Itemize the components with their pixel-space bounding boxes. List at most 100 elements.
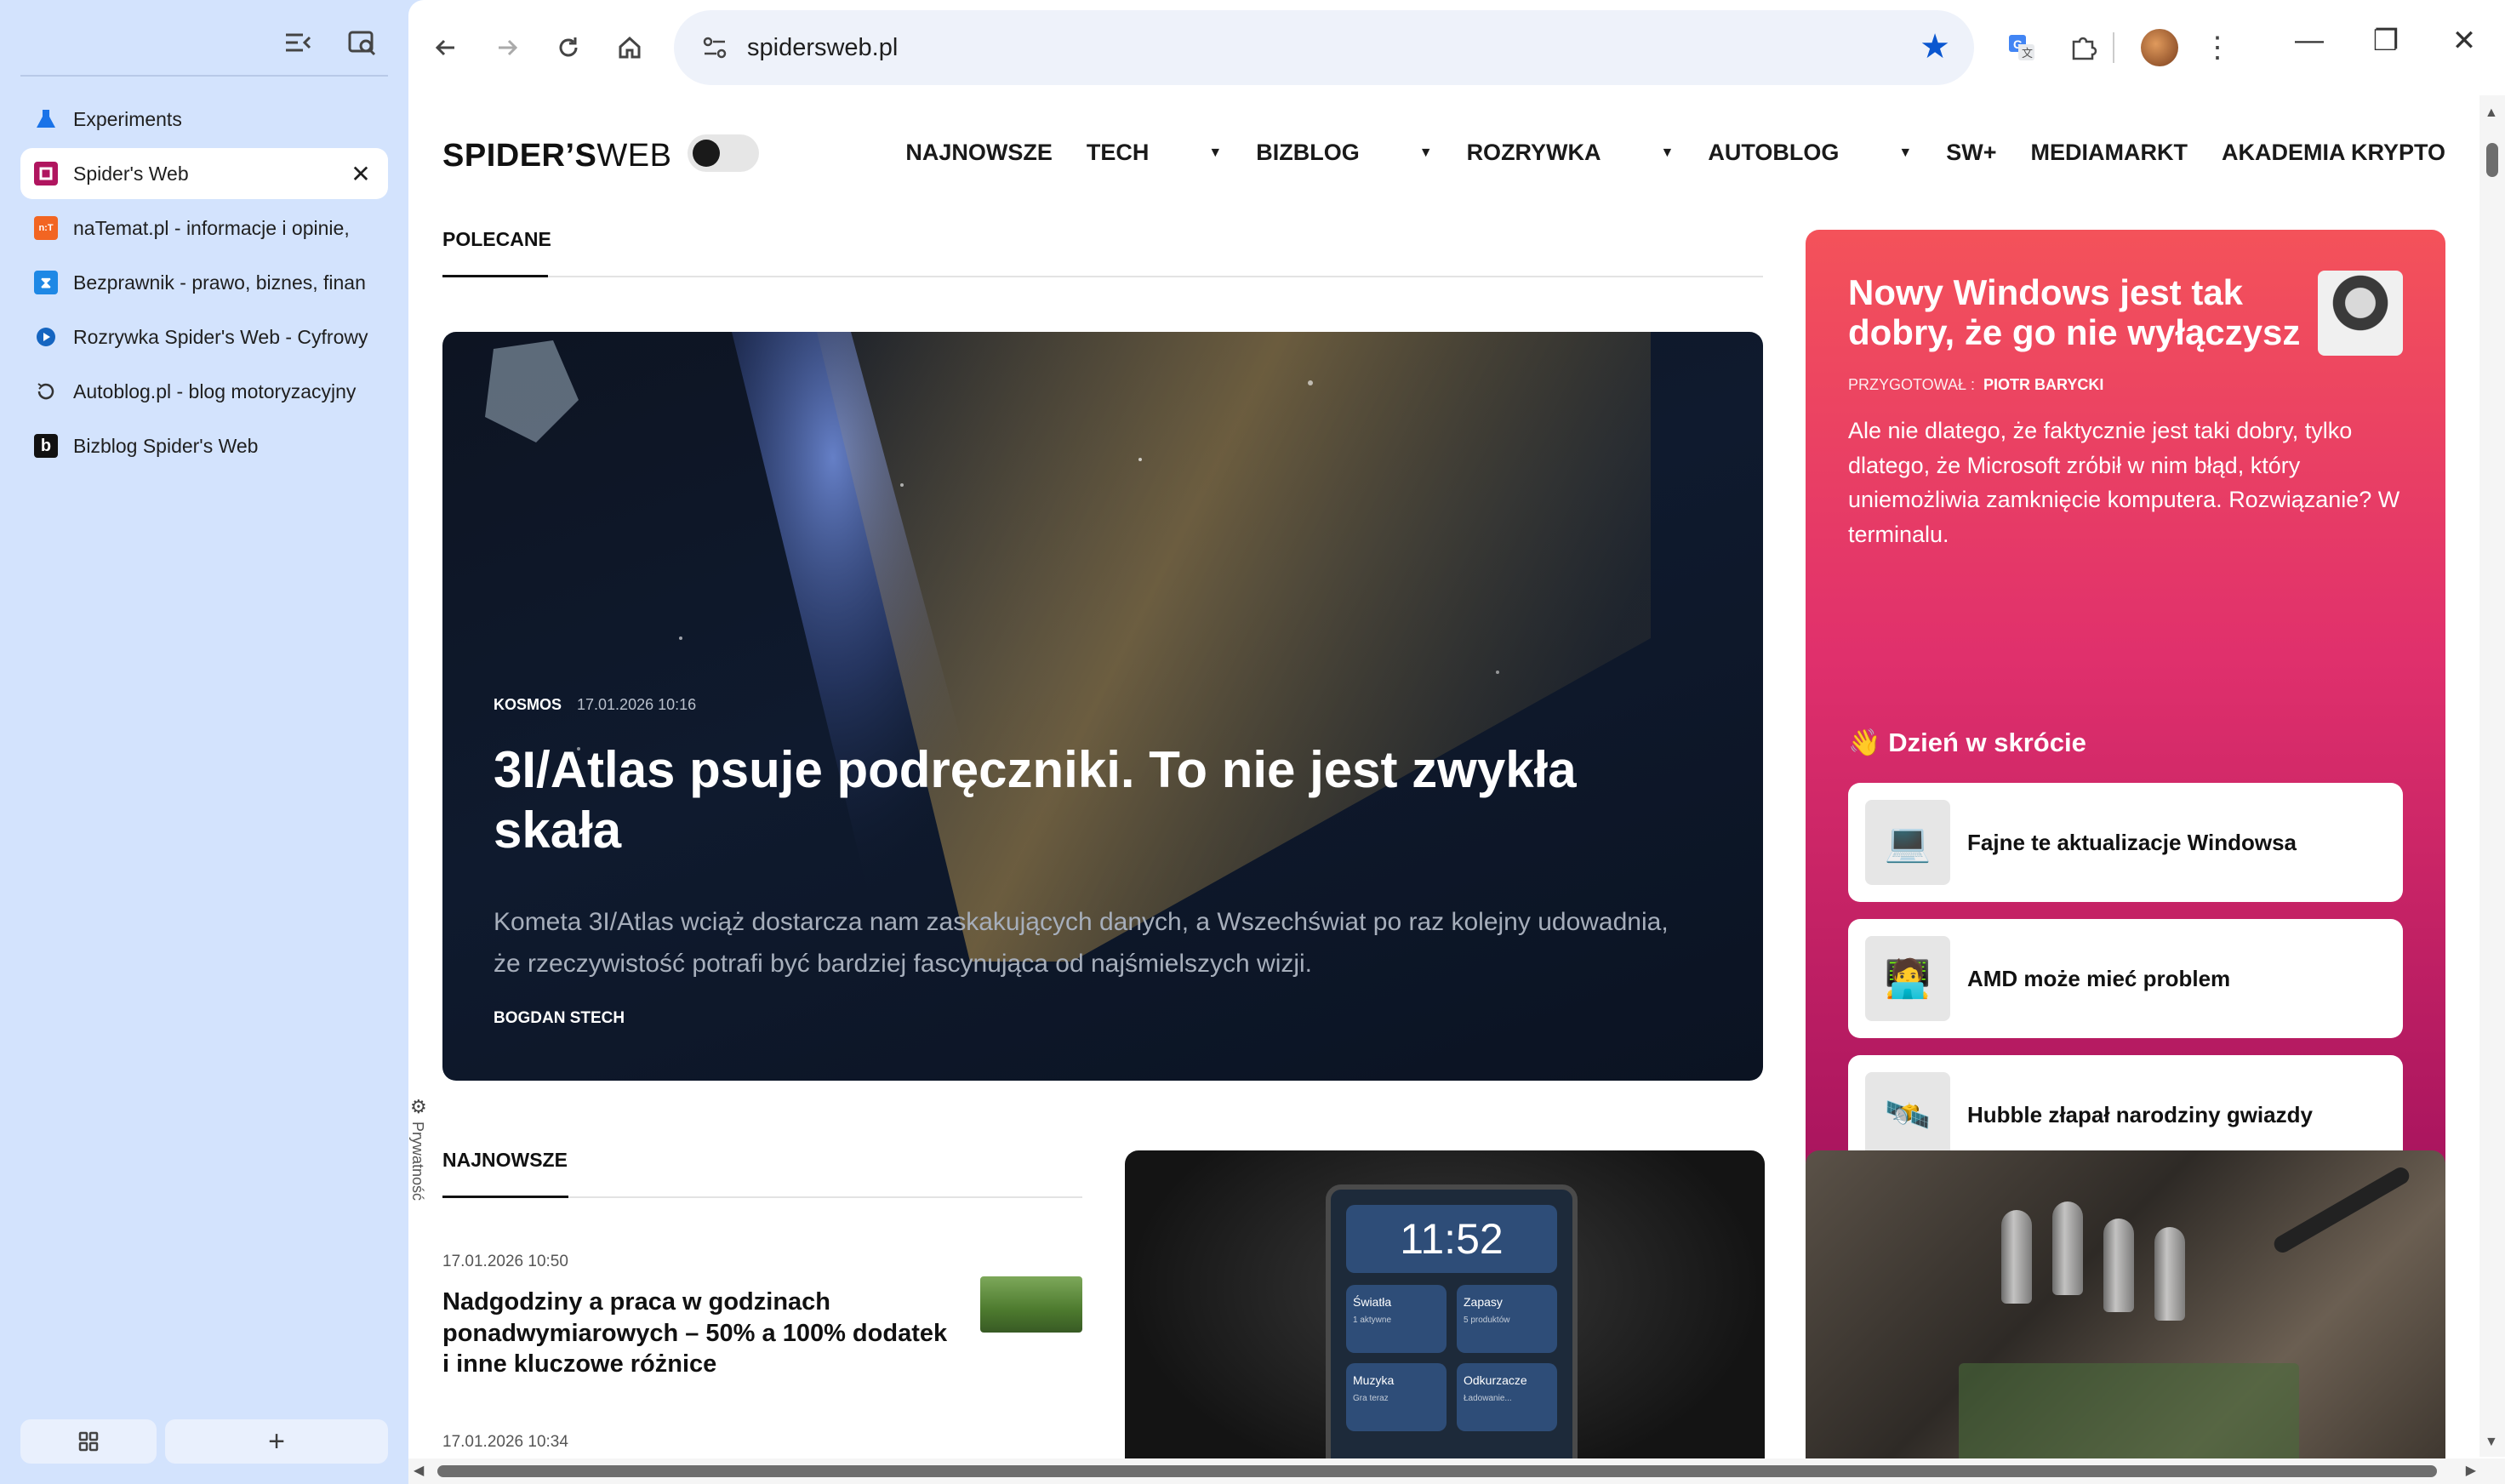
- comet-illustration: [485, 332, 1651, 962]
- promo-byline: PRZYGOTOWAŁ : PIOTR BARYCKI: [1848, 376, 2104, 393]
- restore-icon[interactable]: ❐: [2362, 24, 2410, 58]
- collapse-sidebar-icon[interactable]: [282, 27, 313, 58]
- web-page: SPIDER’SWEB NAJNOWSZE TECH ▼ BIZBLOG ▼ ROZRYW…: [408, 95, 2505, 1484]
- rozrywka-icon: [34, 325, 58, 349]
- tab-autoblog[interactable]: Autoblog.pl - blog motoryzacyjny: [20, 366, 388, 417]
- hero-article[interactable]: KOSMOS 17.01.2026 10:16 3I/Atlas psuje po…: [442, 332, 1763, 1081]
- horizontal-scrollbar[interactable]: ◀ ▶: [408, 1458, 2505, 1484]
- section-rule: [442, 1196, 1082, 1198]
- tab-title: naTemat.pl - informacje i opinie,: [73, 216, 350, 239]
- forward-button[interactable]: [487, 27, 528, 68]
- hero-author[interactable]: BOGDAN STECH: [494, 1009, 625, 1028]
- tab-search-icon[interactable]: [347, 27, 378, 58]
- site-nav-item[interactable]: AKADEMIA KRYPTO: [2222, 140, 2445, 166]
- caret-down-icon[interactable]: ▼: [1661, 146, 1675, 161]
- close-tab-icon[interactable]: ✕: [349, 160, 373, 188]
- bookmark-star-icon[interactable]: ★: [1920, 27, 1950, 66]
- article-title[interactable]: Nadgodziny a praca w godzinach ponadwymi…: [442, 1287, 953, 1380]
- more-menu-icon[interactable]: ⋮: [2195, 26, 2240, 70]
- section-rule: [442, 275, 1763, 277]
- extensions-button[interactable]: [2061, 26, 2105, 70]
- translate-icon: G文: [2009, 35, 2034, 60]
- tab-title: Bezprawnik - prawo, biznes, finan: [73, 271, 366, 294]
- hero-meta: KOSMOS 17.01.2026 10:16: [494, 696, 696, 714]
- satellite-icon: 🛰️: [1865, 1072, 1950, 1157]
- sidebar-divider: [20, 75, 388, 77]
- site-nav-item[interactable]: SW+: [1946, 140, 1996, 166]
- site-nav-item[interactable]: TECH: [1087, 140, 1150, 166]
- technologist-icon: 🧑‍💻: [1865, 936, 1950, 1021]
- back-button[interactable]: [425, 27, 466, 68]
- tab-experiments[interactable]: Experiments: [20, 94, 388, 145]
- reload-icon: [559, 37, 578, 57]
- tab-rozrywka[interactable]: Rozrywka Spider's Web - Cyfrowy: [20, 311, 388, 362]
- close-window-icon[interactable]: ✕: [2440, 24, 2488, 58]
- bezprawnik-icon: ⧗: [34, 271, 58, 294]
- article-date: 17.01.2026 10:34: [442, 1433, 568, 1451]
- article-thumbnail: [980, 1276, 1082, 1333]
- profile-avatar[interactable]: [2141, 29, 2178, 66]
- site-nav-item[interactable]: NAJNOWSZE: [905, 140, 1053, 166]
- tab-title: Rozrywka Spider's Web - Cyfrowy: [73, 325, 368, 348]
- tab-title: Experiments: [73, 107, 182, 130]
- site-logo[interactable]: SPIDER’SWEB: [442, 138, 671, 174]
- forward-arrow-icon: [499, 39, 518, 56]
- vertical-scrollbar[interactable]: ▲ ▼: [2479, 95, 2505, 1457]
- bizblog-icon: b: [34, 434, 58, 458]
- tab-groups-button[interactable]: [20, 1419, 157, 1464]
- translate-button[interactable]: G文: [2000, 26, 2044, 70]
- natemat-icon: n:T: [34, 216, 58, 240]
- vertical-tabs-sidebar: Experiments Spider's Web ✕ n:T naTemat.p…: [0, 0, 408, 1484]
- latest-article[interactable]: 17.01.2026 10:34: [442, 1433, 1082, 1484]
- section-polecane-label[interactable]: POLECANE: [442, 228, 551, 251]
- article-card-smart-home[interactable]: 11:52 Światła 1 aktywne Zapasy 5 produktów…: [1125, 1150, 1765, 1484]
- grid-icon: [78, 1431, 99, 1452]
- hero-title[interactable]: 3I/Atlas psuje podręczniki. To nie jest …: [494, 740, 1685, 861]
- site-nav-item[interactable]: MEDIAMARKT: [2031, 140, 2188, 166]
- tab-title: Spider's Web: [73, 162, 189, 185]
- back-arrow-icon: [435, 39, 454, 56]
- site-navigation: NAJNOWSZE TECH ▼ BIZBLOG ▼ ROZRYWKA ▼ AUTOBLOG ▼…: [905, 140, 2445, 166]
- site-nav-item[interactable]: AUTOBLOG: [1708, 140, 1839, 166]
- address-bar[interactable]: spidersweb.pl ★: [674, 10, 1974, 85]
- plus-icon: +: [268, 1424, 285, 1458]
- site-info-icon[interactable]: [698, 31, 732, 65]
- author-photo: [2318, 271, 2403, 356]
- day-summary-card[interactable]: 🧑‍💻 AMD może mieć problem: [1848, 919, 2403, 1038]
- clock-display: 11:52: [1346, 1205, 1557, 1273]
- site-nav-item[interactable]: BIZBLOG: [1256, 140, 1360, 166]
- sidebar-bottom-actions: +: [20, 1419, 388, 1464]
- browser-toolbar: spidersweb.pl ★ G文 ⋮ — ❐ ✕: [408, 0, 2505, 95]
- card-title: Hubble złapał narodziny gwiazdy: [1967, 1101, 2313, 1127]
- hero-date: 17.01.2026 10:16: [577, 696, 697, 713]
- minimize-icon[interactable]: —: [2285, 24, 2333, 57]
- site-nav-item[interactable]: ROZRYWKA: [1467, 140, 1601, 166]
- new-tab-button[interactable]: +: [165, 1419, 388, 1464]
- promo-title[interactable]: Nowy Windows jest tak dobry, że go nie w…: [1848, 272, 2325, 352]
- day-summary-card[interactable]: 💻 Fajne te aktualizacje Windowsa: [1848, 783, 2403, 902]
- article-card-vacuum-tubes[interactable]: [1806, 1150, 2445, 1484]
- tab-list: Experiments Spider's Web ✕ n:T naTemat.p…: [20, 94, 388, 475]
- laptop-icon: 💻: [1865, 800, 1950, 885]
- tab-spiders-web[interactable]: Spider's Web ✕: [20, 148, 388, 199]
- tab-natemat[interactable]: n:T naTemat.pl - informacje i opinie,: [20, 203, 388, 254]
- sidebar-top-actions: [282, 27, 378, 58]
- smart-home-panel-image: 11:52 Światła 1 aktywne Zapasy 5 produktów…: [1326, 1184, 1578, 1484]
- caret-down-icon[interactable]: ▼: [1898, 146, 1912, 161]
- reload-button[interactable]: [548, 27, 589, 68]
- caret-down-icon[interactable]: ▼: [1419, 146, 1433, 161]
- waving-hand-icon: 👋: [1848, 728, 1881, 757]
- caret-down-icon[interactable]: ▼: [1208, 146, 1222, 161]
- privacy-settings-tab[interactable]: ⚙ Prywatność: [408, 1096, 431, 1232]
- latest-article[interactable]: 17.01.2026 10:50 Nadgodziny a praca w go…: [442, 1253, 1082, 1380]
- puzzle-icon: [2072, 37, 2097, 60]
- home-button[interactable]: [609, 27, 650, 68]
- hero-category: KOSMOS: [494, 696, 562, 713]
- autoblog-icon: [34, 380, 58, 403]
- dark-mode-toggle[interactable]: [688, 134, 759, 172]
- gear-icon: ⚙: [410, 1096, 427, 1117]
- tab-title: Autoblog.pl - blog motoryzacyjny: [73, 380, 357, 402]
- tab-bizblog[interactable]: b Bizblog Spider's Web: [20, 420, 388, 471]
- tab-bezprawnik[interactable]: ⧗ Bezprawnik - prawo, biznes, finan: [20, 257, 388, 308]
- section-najnowsze-label[interactable]: NAJNOWSZE: [442, 1149, 568, 1172]
